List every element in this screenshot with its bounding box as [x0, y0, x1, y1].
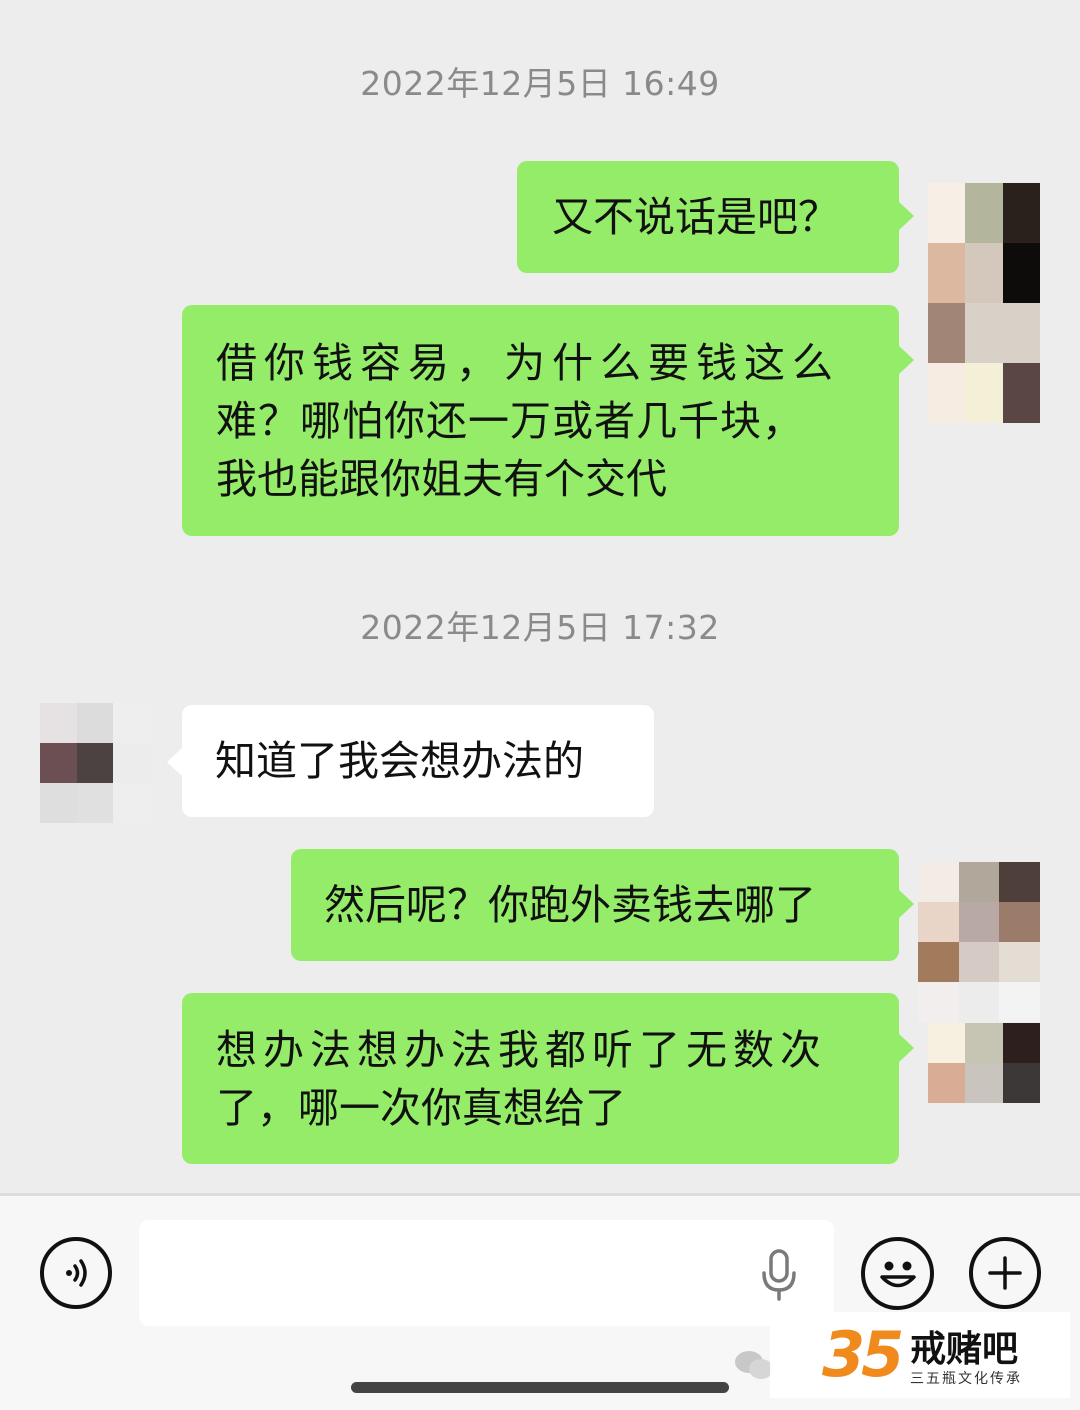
plus-icon	[988, 1256, 1022, 1290]
sent-message-bubble[interactable]: 然后呢？你跑外卖钱去哪了	[291, 849, 914, 961]
watermark-subtitle: 三五瓶文化传承	[910, 1371, 1022, 1387]
voice-icon	[66, 1259, 87, 1287]
message-text: 又不说话是吧？	[552, 193, 839, 241]
message-input[interactable]	[139, 1220, 834, 1326]
watermark-logo: 35 戒赌吧 三五瓶文化传承	[770, 1312, 1070, 1398]
watermark-title: 戒赌吧	[910, 1329, 1019, 1370]
home-indicator[interactable]	[351, 1382, 729, 1393]
sent-message-bubble[interactable]: 想办法想办法我都听了无数次 了，哪一次你真想给了	[182, 993, 914, 1164]
my-avatar[interactable]	[918, 862, 1040, 1022]
microphone-icon[interactable]	[759, 1248, 799, 1302]
my-avatar[interactable]	[928, 183, 1040, 423]
watermark-number: 35	[822, 1318, 904, 1391]
contact-avatar[interactable]	[40, 703, 150, 823]
more-button[interactable]	[969, 1237, 1041, 1309]
chat-area[interactable]: 2022年12月5日 16:49 又不说话是吧？ 借你钱容易，为什么要钱这么 难…	[0, 0, 1080, 1195]
sent-message-bubble[interactable]: 借你钱容易，为什么要钱这么 难？哪怕你还一万或者几千块， 我也能跟你姐夫有个交代	[182, 305, 914, 536]
voice-button[interactable]	[40, 1237, 112, 1309]
wechat-logo-icon	[735, 1351, 773, 1379]
message-text: 然后呢？你跑外卖钱去哪了	[324, 881, 816, 929]
message-text: 知道了我会想办法的	[215, 737, 584, 785]
timestamp: 2022年12月5日 16:49	[360, 64, 720, 103]
message-text-line: 我也能跟你姐夫有个交代	[216, 454, 667, 503]
message-text-line: 了，哪一次你真想给了	[216, 1083, 626, 1132]
message-text-line: 借你钱容易，为什么要钱这么	[216, 338, 840, 387]
received-message-bubble[interactable]: 知道了我会想办法的	[167, 705, 654, 817]
emoji-icon	[879, 1261, 916, 1287]
sent-message-bubble[interactable]: 又不说话是吧？	[517, 161, 914, 273]
emoji-button[interactable]	[861, 1237, 934, 1310]
message-text-line: 想办法想办法我都听了无数次	[216, 1025, 827, 1074]
timestamp: 2022年12月5日 17:32	[360, 608, 720, 647]
my-avatar[interactable]	[928, 1023, 1040, 1103]
message-text-line: 难？哪怕你还一万或者几千块，	[216, 396, 804, 445]
